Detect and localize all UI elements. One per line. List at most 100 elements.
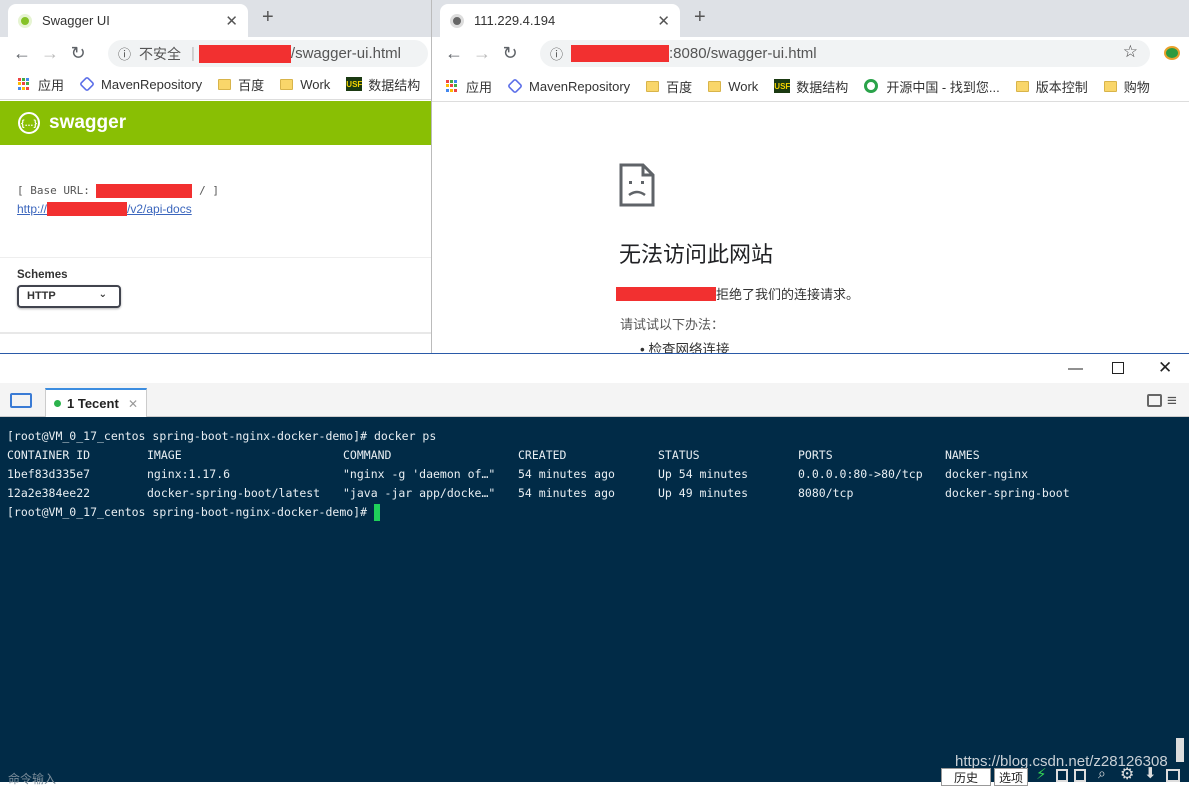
right-tab-title: 111.229.4.194 bbox=[474, 13, 556, 28]
connected-dot-icon bbox=[54, 400, 61, 407]
schemes-label: Schemes bbox=[17, 269, 68, 281]
download-icon[interactable]: ⬇ bbox=[1144, 764, 1157, 782]
bookmark-apps[interactable]: 应用 bbox=[18, 75, 64, 94]
info-icon: ⓘ bbox=[118, 47, 132, 62]
extension-icon[interactable] bbox=[1164, 46, 1180, 60]
forward-icon[interactable]: → bbox=[36, 43, 64, 64]
history-button[interactable]: 历史 bbox=[941, 768, 991, 786]
right-url-path: :8080/swagger-ui.html bbox=[669, 45, 817, 62]
gear-icon[interactable]: ⚙ bbox=[1120, 764, 1134, 784]
error-heading: 无法访问此网站 bbox=[619, 242, 774, 267]
right-address-bar[interactable]: ⓘ :8080/swagger-ui.html ☆ bbox=[540, 40, 1150, 67]
schemes-select[interactable]: HTTP ⌄ bbox=[17, 285, 121, 308]
bookmark-shopping[interactable]: 购物 bbox=[1103, 77, 1150, 96]
info-icon: ⓘ bbox=[550, 47, 564, 62]
globe-icon bbox=[450, 13, 464, 28]
bookmark-work[interactable]: Work bbox=[708, 79, 758, 94]
command-line: [root@VM_0_17_centos spring-boot-nginx-d… bbox=[7, 429, 437, 443]
left-browser-window: Swagger UI ✕ + ← → ↻ ⓘ 不安全 | /swagger-ui… bbox=[0, 0, 431, 353]
close-tab-icon[interactable]: ✕ bbox=[657, 12, 670, 30]
close-tab-icon[interactable]: ✕ bbox=[128, 397, 138, 411]
window-icon[interactable] bbox=[1166, 769, 1180, 782]
menu-icon[interactable]: ≡ bbox=[1167, 391, 1177, 411]
folder-open-icon[interactable] bbox=[10, 393, 32, 408]
maximize-icon[interactable] bbox=[1112, 362, 1124, 374]
left-toolbar: ← → ↻ ⓘ 不安全 | /swagger-ui.html bbox=[0, 37, 431, 69]
bookmark-mavenrepository[interactable]: MavenRepository bbox=[507, 78, 630, 94]
options-button[interactable]: 选项 bbox=[994, 768, 1028, 786]
terminal-tab-strip: 1 Tecent ✕ ≡ bbox=[0, 383, 1189, 417]
folder-icon bbox=[646, 80, 660, 92]
left-url-path: /swagger-ui.html bbox=[290, 45, 401, 62]
folder-icon bbox=[708, 80, 722, 92]
left-tab-swagger[interactable]: Swagger UI ✕ bbox=[8, 4, 248, 37]
new-tab-icon[interactable]: + bbox=[262, 6, 274, 29]
reload-icon[interactable]: ↻ bbox=[64, 43, 92, 64]
paste-icon[interactable] bbox=[1074, 769, 1086, 782]
left-tab-strip: Swagger UI ✕ + bbox=[0, 0, 431, 37]
layout-grid-icon[interactable] bbox=[1147, 394, 1162, 407]
sad-page-icon bbox=[619, 163, 655, 207]
swagger-header: {…} swagger bbox=[0, 101, 431, 145]
terminal-titlebar: — ✕ bbox=[0, 353, 1189, 383]
table-header: CONTAINER ID IMAGE COMMAND CREATED STATUS POR… bbox=[7, 448, 980, 462]
redacted-api-host bbox=[47, 202, 128, 216]
right-tab-strip: 111.229.4.194 ✕ + bbox=[432, 0, 1189, 37]
right-bookmarks-bar: 应用 MavenRepository 百度 Work USF 数据结构 开源中国 … bbox=[432, 71, 1189, 102]
left-tab-title: Swagger UI bbox=[42, 13, 110, 28]
left-bookmarks-bar: 应用 MavenRepository 百度 Work USF 数据结构 bbox=[0, 69, 431, 100]
redacted-host bbox=[571, 45, 670, 62]
folder-icon bbox=[1103, 80, 1117, 92]
right-toolbar: ← → ↻ ⓘ :8080/swagger-ui.html ☆ bbox=[432, 37, 1189, 69]
close-icon[interactable]: ✕ bbox=[1158, 358, 1172, 378]
bookmark-mavenrepository[interactable]: MavenRepository bbox=[79, 76, 202, 92]
divider bbox=[0, 257, 431, 258]
bookmark-data-structures[interactable]: USF 数据结构 bbox=[346, 75, 420, 94]
bookmark-baidu[interactable]: 百度 bbox=[646, 77, 692, 96]
close-tab-icon[interactable]: ✕ bbox=[225, 12, 238, 30]
back-icon[interactable]: ← bbox=[440, 43, 468, 64]
terminal-tab-tecent[interactable]: 1 Tecent ✕ bbox=[45, 388, 147, 417]
folder-icon bbox=[1015, 80, 1029, 92]
back-icon[interactable]: ← bbox=[8, 43, 36, 64]
apps-grid-icon bbox=[18, 78, 30, 90]
folder-icon bbox=[218, 78, 232, 90]
star-icon[interactable]: ☆ bbox=[1123, 42, 1138, 62]
terminal-window: — ✕ 1 Tecent ✕ ≡ [root@VM_0_17_centos sp… bbox=[0, 353, 1189, 786]
apps-grid-icon bbox=[446, 80, 458, 92]
bookmark-data-structures[interactable]: USF 数据结构 bbox=[774, 77, 848, 96]
right-tab-ip[interactable]: 111.229.4.194 ✕ bbox=[440, 4, 680, 37]
scrollbar-thumb[interactable] bbox=[1176, 738, 1184, 762]
api-docs-link[interactable]: http:// /v2/api-docs bbox=[17, 202, 192, 216]
new-tab-icon[interactable]: + bbox=[694, 6, 706, 29]
try-label: 请试试以下办法： bbox=[620, 317, 725, 332]
copy-icon[interactable] bbox=[1056, 769, 1068, 782]
section-divider bbox=[0, 332, 431, 334]
minimize-icon[interactable]: — bbox=[1068, 360, 1083, 377]
not-secure-label: 不安全 bbox=[139, 45, 182, 62]
lightning-icon[interactable]: ⚡ bbox=[1036, 765, 1047, 783]
search-icon[interactable]: ⌕ bbox=[1098, 765, 1106, 782]
right-browser-window: 111.229.4.194 ✕ + ← → ↻ ⓘ :8080/swagger-… bbox=[431, 0, 1189, 353]
bookmark-apps[interactable]: 应用 bbox=[446, 77, 492, 96]
maven-hex-icon bbox=[507, 78, 523, 94]
bookmark-baidu[interactable]: 百度 bbox=[218, 75, 264, 94]
command-input-label: 命令输入 bbox=[8, 772, 57, 786]
swagger-logo-icon: {…} bbox=[18, 112, 40, 134]
terminal-console[interactable]: [root@VM_0_17_centos spring-boot-nginx-d… bbox=[0, 417, 1189, 782]
bookmark-version-control[interactable]: 版本控制 bbox=[1015, 77, 1088, 96]
forward-icon[interactable]: → bbox=[468, 43, 496, 64]
maven-hex-icon bbox=[79, 76, 95, 92]
prompt-line: [root@VM_0_17_centos spring-boot-nginx-d… bbox=[7, 503, 1182, 522]
usf-icon: USF bbox=[774, 79, 791, 93]
bookmark-work[interactable]: Work bbox=[280, 77, 330, 92]
redacted-host bbox=[198, 44, 291, 63]
chevron-down-icon: ⌄ bbox=[98, 289, 107, 300]
bookmark-oschina[interactable]: 开源中国 - 找到您... bbox=[864, 77, 1000, 96]
left-address-bar[interactable]: ⓘ 不安全 | /swagger-ui.html bbox=[108, 40, 428, 67]
folder-icon bbox=[280, 78, 294, 90]
redacted-host bbox=[616, 286, 716, 301]
reload-icon[interactable]: ↻ bbox=[496, 43, 524, 64]
swagger-favicon-icon bbox=[18, 13, 32, 28]
swagger-logo-text: swagger bbox=[49, 112, 127, 133]
